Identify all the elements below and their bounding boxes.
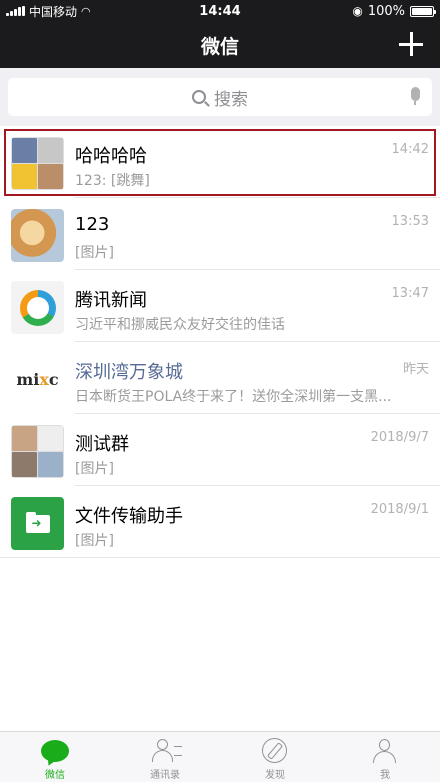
battery-percent: 100% [367,3,405,19]
chat-item-file-transfer[interactable]: 文件传输助手 2018/9/1 [图片] [0,486,440,558]
chat-preview: 123: [跳舞] [75,173,150,189]
contacts-icon [151,738,182,764]
chat-preview: [图片] [75,245,114,261]
person-icon [371,738,399,764]
file-transfer-icon [11,497,64,550]
tab-label: 发现 [265,770,285,781]
chat-time: 13:53 [391,214,429,229]
wifi-icon: ◠ [81,4,91,18]
tab-chats[interactable]: 微信 [0,732,110,782]
chat-preview: 习近平和挪威民众友好交往的佳话 [75,317,285,333]
chat-time: 2018/9/7 [370,430,429,445]
status-left: 中国移动 ◠ [6,3,352,20]
chat-time: 13:47 [391,286,429,301]
chat-time: 2018/9/1 [370,502,429,517]
search-input[interactable]: 搜索 [8,78,432,116]
chat-name: 腾讯新闻 [75,290,147,311]
chat-preview: [图片] [75,461,114,477]
signal-icon [6,6,25,16]
chat-preview: 日本断货王POLA终于来了！送你全深圳第一支黑... [75,389,392,405]
mixc-logo-icon: mi x c [11,353,64,406]
tab-bar: 微信 通讯录 发现 我 [0,731,440,782]
tab-me[interactable]: 我 [330,732,440,782]
chat-time: 14:42 [391,142,429,157]
tab-label: 我 [380,770,390,781]
chat-item-mixc[interactable]: mi x c 深圳湾万象城 昨天 日本断货王POLA终于来了！送你全深圳第一支黑..… [0,342,440,414]
add-plus-icon[interactable] [398,31,424,57]
search-icon [192,90,206,104]
page-title: 微信 [200,35,239,58]
chat-name: 深圳湾万象城 [75,362,183,383]
chat-time: 昨天 [402,362,429,377]
chat-item-123[interactable]: 123 13:53 [图片] [0,198,440,270]
chat-item-hahahaha[interactable]: 哈哈哈哈 14:42 123: [跳舞] [0,126,440,198]
tencent-news-icon [11,281,64,334]
chat-name: 文件传输助手 [75,506,183,527]
chat-item-test-group[interactable]: 测试群 2018/9/7 [图片] [0,414,440,486]
tab-contacts[interactable]: 通讯录 [110,732,220,782]
divider [0,557,440,558]
status-right: ◉ 100% [352,3,436,19]
chat-name: 123 [75,214,110,235]
chat-icon [41,738,69,764]
chat-name: 测试群 [75,434,129,455]
search-area: 搜索 [0,68,440,126]
rotation-lock-icon: ◉ [352,4,363,18]
tab-label: 通讯录 [150,770,180,781]
battery-icon [410,5,436,17]
group-avatar-icon [11,425,64,478]
status-bar: 中国移动 ◠ 14:44 ◉ 100% [0,0,440,22]
chat-name: 哈哈哈哈 [75,146,147,167]
tab-discover[interactable]: 发现 [220,732,330,782]
tab-label: 微信 [45,770,65,781]
chat-preview: [图片] [75,533,114,549]
doge-avatar-icon [11,209,64,262]
chat-item-tencent-news[interactable]: 腾讯新闻 13:47 习近平和挪威民众友好交往的佳话 [0,270,440,342]
group-avatar-icon [11,137,64,190]
battery-fill [412,7,432,15]
chat-list: 哈哈哈哈 14:42 123: [跳舞] 123 13:53 [图片] 腾讯新闻… [0,126,440,558]
compass-icon [261,738,289,764]
search-placeholder: 搜索 [214,89,248,110]
carrier-label: 中国移动 [29,4,78,19]
nav-bar: 微信 [0,22,440,68]
microphone-icon[interactable] [410,87,420,107]
